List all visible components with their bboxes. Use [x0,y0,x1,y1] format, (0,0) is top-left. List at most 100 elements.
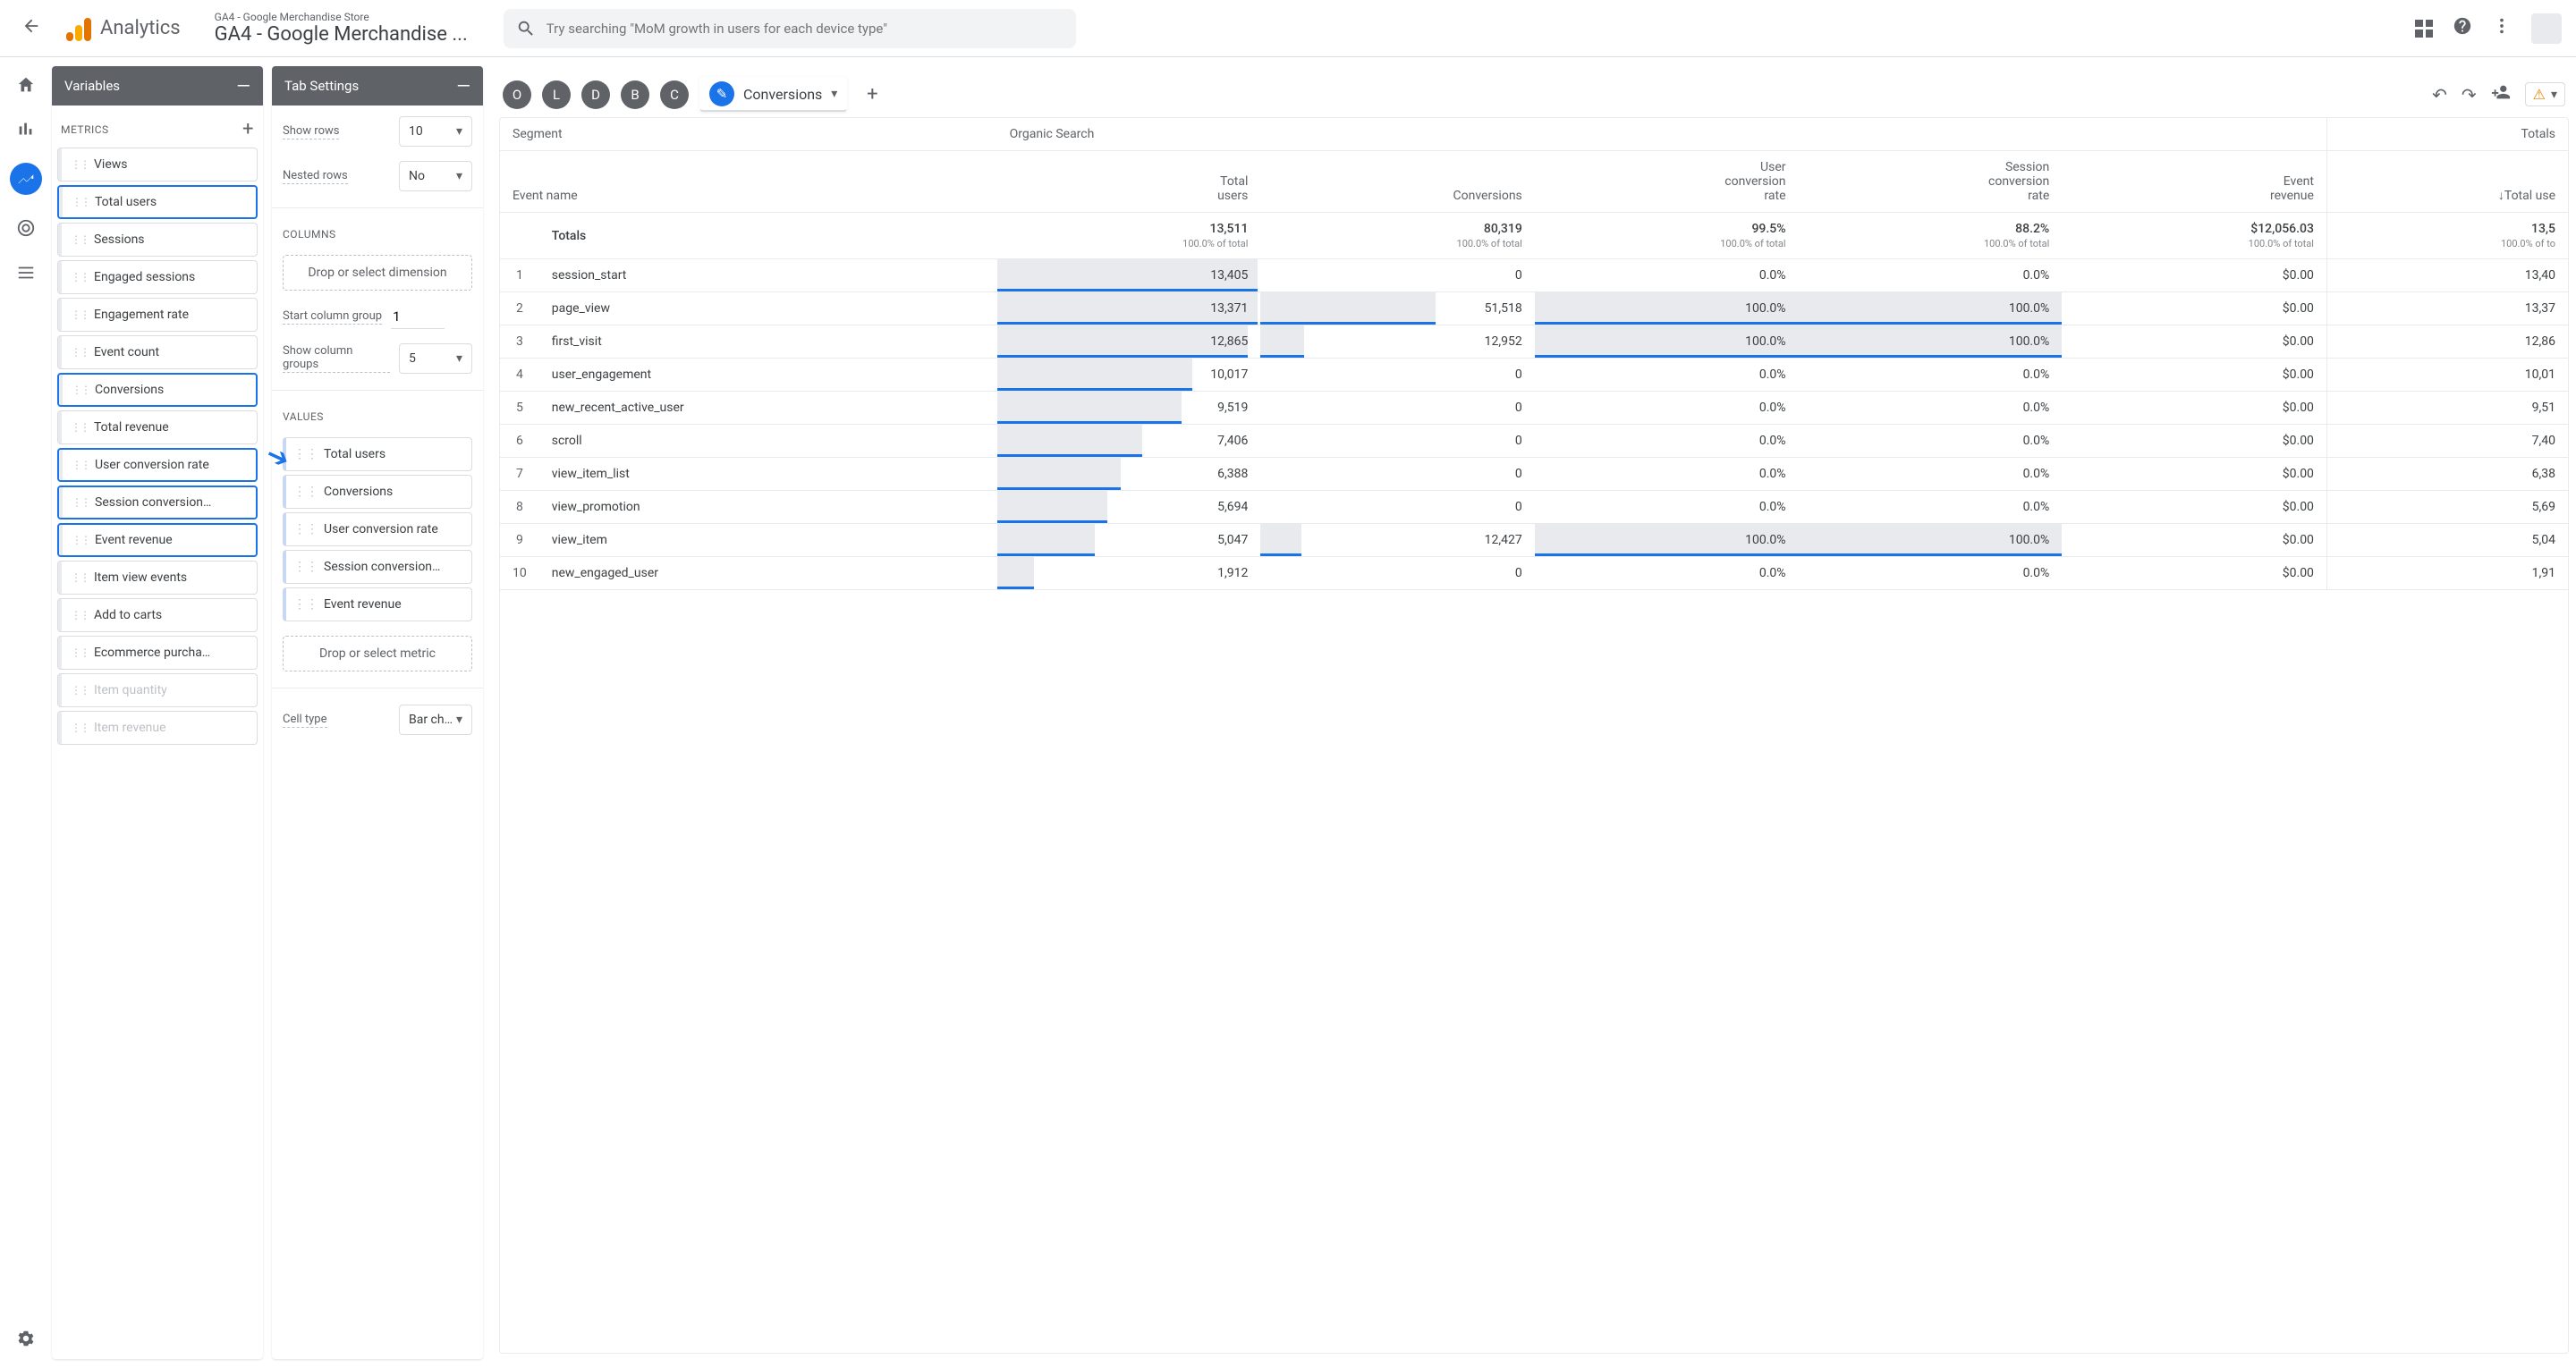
person-add-icon [2491,82,2511,102]
metric-chip[interactable]: ⋮⋮Sessions [57,223,258,257]
metric-chip[interactable]: ⋮⋮Engagement rate [57,298,258,332]
account-avatar[interactable] [2531,13,2562,44]
drop-metric-zone[interactable]: Drop or select metric [283,636,472,671]
column-header[interactable]: Totalusers [997,151,1261,213]
tab-letter[interactable]: D [581,80,610,109]
table-row[interactable]: 1session_start13,40500.0%0.0%$0.0013,40 [500,259,2568,292]
metric-chip[interactable]: ⋮⋮Item quantity [57,673,258,707]
metric-chip[interactable]: ⋮⋮Total users [57,185,258,219]
metric-chip[interactable]: ⋮⋮Views [57,148,258,182]
metric-chip[interactable]: ⋮⋮Event revenue [57,523,258,557]
show-column-groups-label: Show column groups [283,344,390,373]
metric-chip[interactable]: ⋮⋮Add to carts [57,598,258,632]
nav-reports[interactable] [14,118,38,141]
value-chip[interactable]: ⋮⋮Conversions [283,475,472,509]
metric-chip[interactable]: ⋮⋮Ecommerce purcha… [57,636,258,670]
chevron-down-icon[interactable]: ▾ [831,87,837,101]
metric-chip[interactable]: ⋮⋮Item view events [57,561,258,595]
metric-chip[interactable]: ⋮⋮Engaged sessions [57,260,258,294]
data-cell: 0.0% [1535,259,1799,292]
start-column-group-input[interactable] [391,305,445,329]
redo-button[interactable]: ↷ [2462,84,2477,106]
tab-letter[interactable]: C [660,80,689,109]
row-total-cell: 13,37 [2326,292,2568,325]
table-row[interactable]: 6scroll7,40600.0%0.0%$0.007,40 [500,425,2568,458]
share-button[interactable] [2491,82,2511,106]
search-box[interactable] [504,9,1076,48]
table-row[interactable]: 8view_promotion5,69400.0%0.0%$0.005,69 [500,491,2568,524]
undo-button[interactable]: ↶ [2432,84,2447,106]
ga-logo-icon [66,16,91,41]
drag-handle-icon: ⋮⋮ [71,646,89,659]
warning-icon: ⚠ [2533,86,2546,103]
data-cell: 100.0% [1535,292,1799,325]
add-metric-button[interactable]: + [242,118,254,140]
data-cell: 0.0% [1799,259,2063,292]
pencil-icon: ✎ [709,81,734,106]
nested-rows-label: Nested rows [283,169,348,184]
apps-grid-icon[interactable] [2415,20,2433,38]
column-header[interactable]: Sessionconversionrate [1799,151,2063,213]
row-index: 4 [500,359,539,392]
nav-admin[interactable] [14,1327,38,1350]
nav-configure[interactable] [14,261,38,284]
nav-advertising[interactable] [14,216,38,240]
nav-home[interactable] [14,73,38,97]
tab-letter[interactable]: O [503,80,531,109]
totals-label: Totals [539,213,997,259]
property-title[interactable]: GA4 - Google Merchandise Store GA4 - Goo… [215,11,468,46]
event-name-header[interactable]: Event name [500,151,997,213]
table-row[interactable]: 3first_visit12,86512,952100.0%100.0%$0.0… [500,325,2568,359]
add-tab-button[interactable]: + [858,80,886,109]
back-button[interactable] [14,9,48,48]
metric-chip[interactable]: ⋮⋮Item revenue [57,711,258,745]
table-row[interactable]: 10new_engaged_user1,91200.0%0.0%$0.001,9… [500,557,2568,590]
collapse-variables[interactable]: — [236,75,250,97]
active-tab[interactable]: ✎ Conversions ▾ [699,77,847,112]
drag-handle-icon: ⋮⋮ [71,233,89,246]
data-cell: 100.0% [1799,292,2063,325]
sampling-warning[interactable]: ⚠ ▾ [2525,82,2565,106]
collapse-tab-settings[interactable]: — [456,75,470,97]
row-total-cell: 5,69 [2326,491,2568,524]
metric-label: User conversion rate [95,458,209,472]
nav-explore[interactable] [10,163,42,195]
more-vert-icon[interactable] [2492,16,2512,41]
table-row[interactable]: 2page_view13,37151,518100.0%100.0%$0.001… [500,292,2568,325]
tab-letter[interactable]: L [542,80,571,109]
data-cell: 0.0% [1799,491,2063,524]
column-header[interactable]: Userconversionrate [1535,151,1799,213]
show-column-groups-select[interactable]: 5▾ [399,343,472,374]
gear-icon [16,1329,36,1348]
value-label: Event revenue [324,597,402,612]
show-rows-select[interactable]: 10▾ [399,116,472,147]
totals-sort-column[interactable]: ↓Total use [2326,151,2568,213]
table-row[interactable]: 7view_item_list6,38800.0%0.0%$0.006,38 [500,458,2568,491]
value-chip[interactable]: ⋮⋮User conversion rate [283,512,472,546]
data-cell: $0.00 [2062,491,2326,524]
nested-rows-select[interactable]: No▾ [399,161,472,191]
data-cell: 12,427 [1260,524,1534,557]
metric-chip[interactable]: ⋮⋮Total revenue [57,410,258,444]
search-input[interactable] [547,21,1063,37]
drop-dimension-zone[interactable]: Drop or select dimension [283,255,472,291]
event-name-cell: view_promotion [539,491,997,524]
metric-chip[interactable]: ⋮⋮Conversions [57,373,258,407]
column-header[interactable]: Conversions [1260,151,1534,213]
table-row[interactable]: 9view_item5,04712,427100.0%100.0%$0.005,… [500,524,2568,557]
metric-chip[interactable]: ⋮⋮Event count [57,335,258,369]
metric-chip[interactable]: ⋮⋮Session conversion… [57,486,258,519]
table-row[interactable]: 4user_engagement10,01700.0%0.0%$0.0010,0… [500,359,2568,392]
help-icon[interactable] [2453,16,2472,41]
row-index: 3 [500,325,539,359]
cell-type-select[interactable]: Bar ch…▾ [399,705,472,735]
metric-chip[interactable]: ⋮⋮User conversion rate [57,448,258,482]
table-row[interactable]: 5new_recent_active_user9,51900.0%0.0%$0.… [500,392,2568,425]
value-chip[interactable]: ⋮⋮Session conversion… [283,550,472,584]
analytics-word: Analytics [100,17,181,39]
tab-letter[interactable]: B [621,80,649,109]
column-header[interactable]: Eventrevenue [2062,151,2326,213]
value-chip[interactable]: ⋮⋮Event revenue [283,587,472,621]
data-cell: 7,406 [997,425,1261,458]
value-chip[interactable]: ⋮⋮Total users [283,437,472,471]
